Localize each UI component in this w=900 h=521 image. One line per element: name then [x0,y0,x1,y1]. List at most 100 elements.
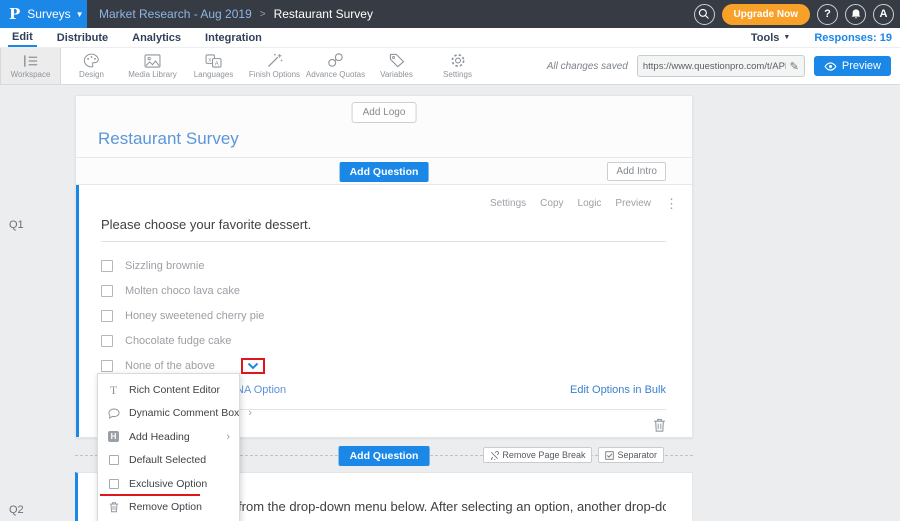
option-label[interactable]: Chocolate fudge cake [125,335,231,347]
na-option-link[interactable]: NA Option [236,384,286,396]
nav-right: Tools ▼ Responses: 19 [751,28,892,47]
question-settings-link[interactable]: Settings [490,198,526,209]
tab-analytics[interactable]: Analytics [128,28,185,47]
question-copy-link[interactable]: Copy [540,198,563,209]
option-row: None of the above [101,359,666,372]
remove-page-break-button[interactable]: Remove Page Break [483,447,592,463]
checkbox-checked-icon [605,451,614,460]
survey-action-row: Add Question Add Intro [76,158,692,185]
checkbox[interactable] [101,285,113,297]
add-intro-button[interactable]: Add Intro [607,162,666,181]
toolbar-item-variables[interactable]: Variables [366,48,427,84]
toolbar-right: All changes saved https://www.questionpr… [547,48,891,84]
chevron-down-icon [247,362,259,370]
main-nav: Edit Distribute Analytics Integration To… [0,28,900,48]
avatar[interactable]: A [873,4,894,25]
toolbar-item-finish-options[interactable]: Finish Options [244,48,305,84]
kebab-menu-icon[interactable]: ⋮ [665,197,678,210]
checkbox[interactable] [101,310,113,322]
edit-options-in-bulk-link[interactable]: Edit Options in Bulk [570,384,666,396]
comment-bubble-icon [107,408,120,419]
translate-icon: xA [205,54,222,68]
survey-url-value: https://www.questionpro.com/t/APNrFZ [643,61,786,72]
toolbar-item-advance-quotas[interactable]: Advance Quotas [305,48,366,84]
survey-title[interactable]: Restaurant Survey [98,129,239,149]
bell-icon [850,8,862,20]
menu-item-remove-option[interactable]: Remove Option [98,496,239,520]
magic-wand-icon [266,53,283,68]
option-label[interactable]: Honey sweetened cherry pie [125,310,264,322]
editor-canvas: Q1 Q2 Add Logo Restaurant Survey Add Que… [0,85,900,521]
menu-item-exclusive-option[interactable]: Exclusive Option [98,472,239,496]
toolbar-item-settings[interactable]: Settings [427,48,488,84]
survey-header: Add Logo Restaurant Survey [76,96,692,158]
workspace-icon [22,54,39,68]
help-button[interactable]: ? [817,4,838,25]
option-label[interactable]: Molten choco lava cake [125,285,240,297]
edit-url-icon[interactable]: ✎ [790,60,799,73]
surveys-menu[interactable]: P Surveys ▼ [0,0,87,28]
option-label[interactable]: None of the above [125,360,215,372]
menu-item-rich-content-editor[interactable]: T Rich Content Editor [98,378,239,402]
responses-link[interactable]: Responses: 19 [814,32,892,44]
survey-url-field[interactable]: https://www.questionpro.com/t/APNrFZ ✎ [637,55,805,77]
preview-button[interactable]: Preview [814,56,891,76]
search-icon [698,8,710,20]
toolbar-item-languages[interactable]: xA Languages [183,48,244,84]
checkbox[interactable] [101,360,113,372]
toolbar-item-media-library[interactable]: Media Library [122,48,183,84]
chevron-down-icon: ▼ [76,10,84,19]
question-number-q1: Q1 [9,219,24,231]
editor-toolbar: Workspace Design Media Library xA Langua… [0,48,900,85]
checkbox[interactable] [101,335,113,347]
toolbar-item-design[interactable]: Design [61,48,122,84]
option-label[interactable]: Sizzling brownie [125,260,204,272]
top-bar: P Surveys ▼ Market Research - Aug 2019 >… [0,0,900,28]
question-toolbar: Settings Copy Logic Preview ⋮ [490,197,678,210]
trash-icon [107,501,120,513]
trash-icon [653,418,666,432]
separator-button[interactable]: Separator [598,447,664,463]
tab-integration[interactable]: Integration [201,28,266,47]
submenu-arrow-icon: › [248,407,252,419]
add-question-button-pagebreak[interactable]: Add Question [339,446,430,466]
menu-item-dynamic-comment-box[interactable]: Dynamic Comment Box › [98,402,239,426]
question-logic-link[interactable]: Logic [578,198,602,209]
checkbox-icon [107,455,120,465]
tab-edit[interactable]: Edit [8,28,37,47]
upgrade-now-button[interactable]: Upgrade Now [722,4,810,25]
menu-item-add-heading[interactable]: H Add Heading › [98,425,239,449]
add-question-button-top[interactable]: Add Question [340,162,429,182]
tab-distribute[interactable]: Distribute [53,28,112,47]
text-format-icon: T [107,384,120,396]
autosave-status: All changes saved [547,61,628,72]
toolbar-item-workspace[interactable]: Workspace [0,48,61,84]
eye-icon [824,62,837,71]
question-text-q1[interactable]: Please choose your favorite dessert. [101,185,666,242]
delete-question-button[interactable] [653,418,666,437]
gear-icon [450,53,466,68]
search-button[interactable] [694,4,715,25]
breadcrumb-parent[interactable]: Market Research - Aug 2019 [99,7,252,21]
option-row: Sizzling brownie [101,259,666,272]
breadcrumb-current: Restaurant Survey [274,7,373,21]
topbar-actions: Upgrade Now ? A [694,0,894,28]
checkbox-icon [107,479,120,489]
surveys-menu-label: Surveys ▼ [27,7,83,21]
notifications-button[interactable] [845,4,866,25]
breadcrumb-separator: > [260,9,266,20]
heading-icon: H [107,431,120,442]
option-menu-toggle-annotated[interactable] [241,358,265,374]
chain-links-icon [327,53,344,68]
questionpro-survey-editor: P Surveys ▼ Market Research - Aug 2019 >… [0,0,900,521]
menu-item-default-selected[interactable]: Default Selected [98,449,239,473]
submenu-arrow-icon: › [226,431,230,443]
question-preview-link[interactable]: Preview [615,198,651,209]
unlink-icon [490,451,499,460]
add-logo-button[interactable]: Add Logo [352,102,417,123]
tools-menu[interactable]: Tools ▼ [751,32,790,44]
option-row: Chocolate fudge cake [101,334,666,347]
palette-icon [83,53,100,68]
checkbox[interactable] [101,260,113,272]
answer-options: Sizzling brownie Molten choco lava cake … [101,259,666,372]
